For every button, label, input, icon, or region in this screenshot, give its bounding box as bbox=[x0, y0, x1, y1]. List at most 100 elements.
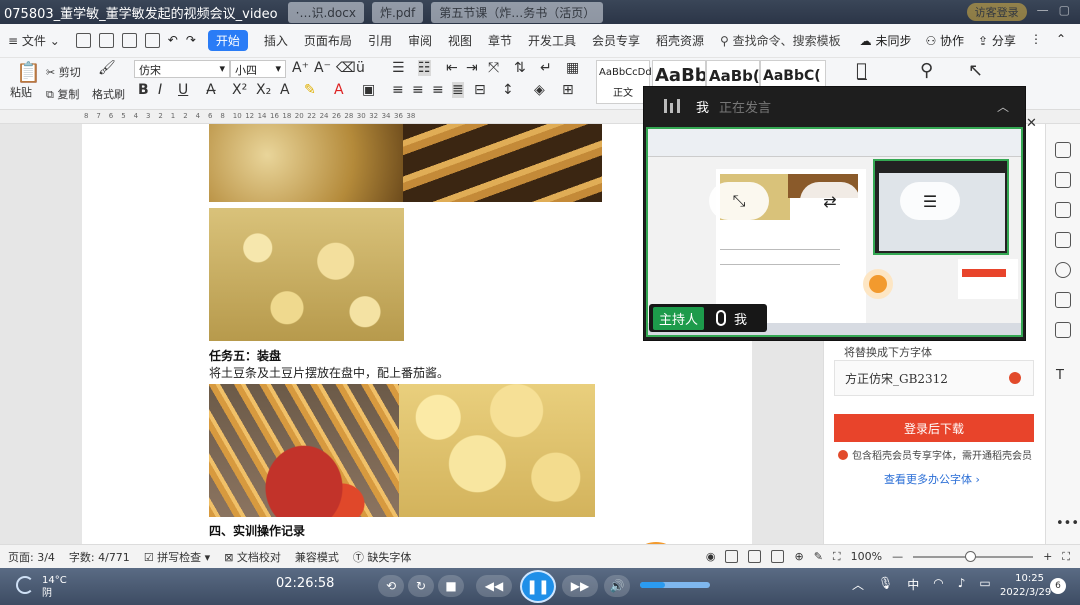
volume-slider[interactable] bbox=[640, 582, 710, 588]
rewind-icon[interactable]: ◀◀ bbox=[476, 575, 512, 597]
superscript-icon[interactable]: X² bbox=[232, 82, 247, 98]
font-size-select[interactable]: 小四 ▾ bbox=[230, 60, 286, 78]
pen-icon[interactable] bbox=[1055, 172, 1071, 188]
volume-icon[interactable]: 🔊 bbox=[604, 575, 630, 597]
more-icon[interactable]: ⋮ bbox=[1030, 32, 1042, 49]
sliders-icon[interactable] bbox=[1055, 232, 1071, 248]
copy-button[interactable]: ⧉ 复制 bbox=[46, 86, 79, 102]
tab-chapter[interactable]: 章节 bbox=[488, 32, 512, 49]
text-direction-icon[interactable]: ⤧ bbox=[488, 60, 499, 76]
text-style-icon[interactable]: T bbox=[1056, 368, 1064, 383]
input-method[interactable]: 中 bbox=[907, 576, 919, 593]
loop-icon[interactable]: ⟲ bbox=[378, 575, 404, 597]
font-color-icon[interactable]: A bbox=[334, 82, 344, 98]
share-network-icon[interactable] bbox=[1055, 322, 1071, 338]
save-icon[interactable] bbox=[75, 33, 91, 48]
minimize-icon[interactable]: — bbox=[1037, 3, 1049, 21]
print-icon[interactable] bbox=[121, 33, 137, 48]
zoom-slider[interactable] bbox=[913, 550, 1034, 562]
numbered-list-icon[interactable]: ☷ bbox=[418, 60, 431, 76]
export-icon[interactable] bbox=[98, 33, 114, 48]
fit-icon[interactable]: ⛶ bbox=[833, 550, 841, 564]
highlight-icon[interactable]: ✎ bbox=[304, 82, 316, 98]
justify-icon[interactable]: ≣ bbox=[452, 82, 464, 98]
tab-review[interactable]: 审阅 bbox=[408, 32, 432, 49]
switch-view-button[interactable]: ⇄ bbox=[800, 182, 860, 220]
pointer-icon[interactable] bbox=[1055, 202, 1071, 218]
refresh-icon[interactable]: ↻ bbox=[408, 575, 434, 597]
shading-icon[interactable]: ◈ bbox=[534, 82, 545, 98]
collaborate-button[interactable]: ⚇ 协作 bbox=[925, 32, 964, 49]
speaker-icon[interactable]: ♪ bbox=[958, 576, 966, 593]
paragraph-mark-icon[interactable]: ↵ bbox=[540, 60, 552, 76]
subscript-icon[interactable]: X₂ bbox=[256, 82, 271, 98]
command-search[interactable]: ⚲ 查找命令、搜索模板 bbox=[720, 32, 841, 49]
more-icon[interactable]: ••• bbox=[1056, 516, 1079, 531]
battery-icon[interactable]: ▭ bbox=[979, 576, 990, 593]
borders-icon[interactable]: ⊞ bbox=[562, 82, 574, 98]
share-button[interactable]: ⇪ 分享 bbox=[978, 32, 1016, 49]
find-replace-icon[interactable]: ⚲ bbox=[920, 60, 933, 81]
spellcheck-button[interactable]: ☑ 拼写检查 ▾ bbox=[144, 549, 210, 565]
login-download-button[interactable]: 登录后下载 bbox=[834, 414, 1034, 442]
stop-icon[interactable]: ■ bbox=[438, 575, 464, 597]
distribute-icon[interactable]: ⊟ bbox=[474, 82, 486, 98]
word-count[interactable]: 字数: 4/771 bbox=[69, 549, 130, 565]
system-clock[interactable]: 10:25 2022/3/29 bbox=[1000, 572, 1051, 600]
text-effect-icon[interactable]: A bbox=[280, 82, 290, 98]
underline-icon[interactable]: U bbox=[178, 82, 188, 98]
weather-widget[interactable]: 14°C 阴 bbox=[42, 574, 67, 600]
table-icon[interactable]: ▦ bbox=[566, 60, 579, 76]
wifi-icon[interactable]: ◠ bbox=[933, 576, 943, 593]
help-icon[interactable] bbox=[1055, 262, 1071, 278]
bg-tab[interactable]: 第五节课（炸…务书（活页） bbox=[431, 1, 604, 23]
user-login-pill[interactable]: 访客登录 bbox=[966, 3, 1027, 21]
zoom-in-icon[interactable]: + bbox=[1043, 550, 1052, 563]
cut-button[interactable]: ✂ 剪切 bbox=[46, 64, 81, 80]
outline-view-icon[interactable] bbox=[748, 550, 762, 563]
menu-file[interactable]: ≡ 文件 ⌄ bbox=[8, 32, 60, 49]
pause-button[interactable]: ❚❚ bbox=[520, 570, 556, 603]
font-shrink-icon[interactable]: A⁻ bbox=[314, 60, 331, 76]
style-normal[interactable]: AaBbCcDd 正文 bbox=[596, 60, 652, 104]
sort-icon[interactable]: ⇅ bbox=[514, 60, 526, 76]
undo-icon[interactable]: ↶ bbox=[168, 33, 178, 48]
layout-button[interactable]: ☰ bbox=[900, 182, 960, 220]
zoom-out-icon[interactable]: — bbox=[892, 550, 903, 563]
more-fonts-link[interactable]: 查看更多办公字体 › bbox=[884, 471, 980, 487]
bg-tab[interactable]: ·…识.docx bbox=[287, 1, 364, 23]
zoom-level[interactable]: 100% bbox=[851, 550, 882, 563]
tab-member[interactable]: 会员专享 bbox=[592, 32, 640, 49]
phonetic-icon[interactable]: ü bbox=[356, 60, 365, 76]
font-name-select[interactable]: 仿宋 ▾ bbox=[134, 60, 230, 78]
tab-developer[interactable]: 开发工具 bbox=[528, 32, 576, 49]
decrease-indent-icon[interactable]: ⇤ bbox=[446, 60, 458, 76]
paste-icon[interactable]: 📋 bbox=[16, 60, 41, 84]
maximize-icon[interactable]: ▢ bbox=[1059, 3, 1070, 21]
char-border-icon[interactable]: ▣ bbox=[362, 82, 375, 98]
collapse-ribbon-icon[interactable]: ⌃ bbox=[1056, 32, 1066, 49]
format-painter-icon[interactable]: 🖌 bbox=[98, 60, 116, 76]
align-left-icon[interactable]: ≡ bbox=[392, 82, 404, 98]
bullet-list-icon[interactable]: ☰ bbox=[392, 60, 405, 76]
read-view-icon[interactable] bbox=[771, 550, 785, 563]
align-right-icon[interactable]: ≡ bbox=[432, 82, 444, 98]
tab-insert[interactable]: 插入 bbox=[264, 32, 288, 49]
tray-expand-icon[interactable]: ︿ bbox=[852, 576, 864, 593]
tab-view[interactable]: 视图 bbox=[448, 32, 472, 49]
bg-tab[interactable]: 炸.pdf bbox=[371, 1, 424, 23]
collapse-icon[interactable]: ︿ bbox=[997, 98, 1009, 115]
microphone-icon[interactable]: 🎙 bbox=[878, 576, 893, 593]
paste-button[interactable]: 粘贴 bbox=[10, 84, 32, 100]
fast-forward-icon[interactable]: ▶▶ bbox=[562, 575, 598, 597]
format-painter-button[interactable]: 格式刷 bbox=[92, 86, 125, 102]
tab-page-layout[interactable]: 页面布局 bbox=[304, 32, 352, 49]
page-view-icon[interactable] bbox=[725, 550, 739, 563]
print-preview-icon[interactable] bbox=[144, 33, 160, 48]
gallery-icon[interactable] bbox=[1055, 292, 1071, 308]
select-icon[interactable]: ↖ bbox=[968, 60, 983, 81]
close-icon[interactable]: ✕ bbox=[1026, 116, 1037, 131]
line-spacing-icon[interactable]: ↕ bbox=[502, 82, 514, 98]
mascot-assistant[interactable] bbox=[622, 532, 690, 544]
text-tools-icon[interactable]: Ａ̲ bbox=[856, 60, 867, 81]
